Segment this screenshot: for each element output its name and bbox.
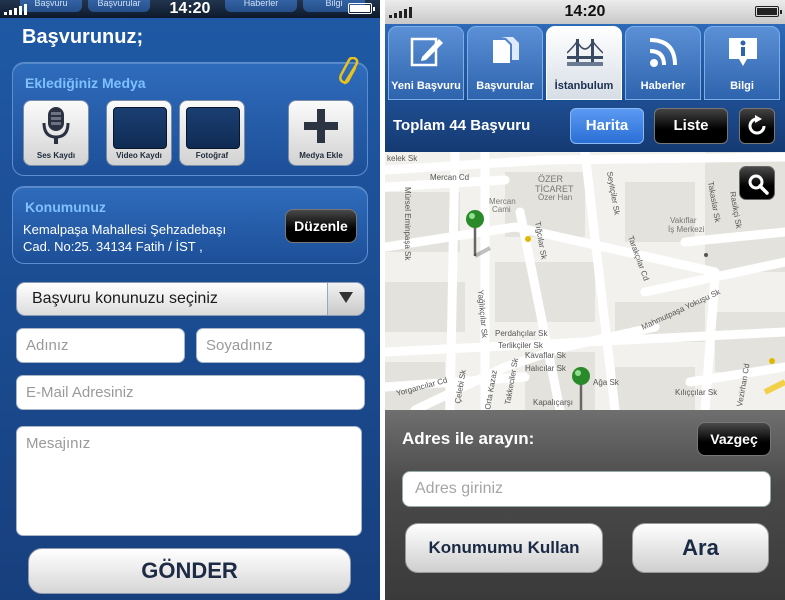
map-label: Cami [492,205,511,214]
map-label: kelek Sk [387,154,418,163]
chevron-down-icon [327,283,364,315]
address-line-1: Kemalpaşa Mahallesi Şehzadebaşı [23,222,227,237]
photo-thumbnail-placeholder [186,107,240,149]
bridge-icon [567,39,603,66]
address-search-sheet: Adres ile arayın: Vazgeç Adres giriniz K… [385,410,785,600]
tab-basvuru[interactable]: Başvuru [20,0,82,12]
plus-icon [304,109,338,143]
last-name-placeholder: Soyadınız [206,337,273,354]
map-view-button[interactable]: Harita [570,108,644,144]
subject-select-value: Başvuru konunuzu seçiniz [32,290,218,307]
tab-bar: Yeni Başvuru Başvurular İstanbulum Haber… [385,24,785,102]
map-label: Kılıççılar Sk [675,388,718,397]
status-time: 14:20 [169,0,211,17]
tab-haberler[interactable]: Haberler [225,0,297,12]
map-label: Kapalıçarşı [533,398,573,407]
map-label: Vakıflar [670,216,697,225]
microphone-icon [42,107,70,144]
tab-info[interactable]: Bilgi [704,26,780,100]
map-toolbar: Toplam 44 Başvuru Harita Liste [385,102,785,152]
tab-label: Yeni Başvuru [391,80,461,92]
tab-news[interactable]: Haberler [625,26,701,100]
tab-applications[interactable]: Başvurular [467,26,543,100]
location-panel-title: Konumunuz [25,199,106,215]
application-count: Toplam 44 Başvuru [393,117,531,134]
list-view-button[interactable]: Liste [654,108,728,144]
status-time: 14:20 [564,3,606,20]
paperclip-icon [339,57,359,85]
photo-label: Fotoğraf [195,151,229,160]
address-input[interactable]: Adres giriniz [402,471,771,507]
voice-record-label: Ses Kaydı [36,151,76,160]
last-name-input[interactable]: Soyadınız [196,328,365,363]
video-record-button[interactable]: Video Kaydı [106,100,172,166]
tab-basvurular[interactable]: Başvurular [88,0,150,12]
tab-new-application[interactable]: Yeni Başvuru [388,26,464,100]
application-form-screen: Başvuru Başvurular Haberler Bilgi 14:20 … [0,0,380,600]
media-panel-title: Eklediğiniz Medya [25,75,146,91]
rss-icon [649,38,677,67]
media-panel: Eklediğiniz Medya Ses Kaydı Video Kaydı [12,57,368,176]
submit-button[interactable]: GÖNDER [28,548,351,594]
map-view[interactable]: kelek Sk Mercan Cd ÖZER TİCARET Özer Han… [385,152,785,410]
battery-icon [348,3,375,14]
map-label: Perdahçılar Sk [495,329,548,338]
refresh-button[interactable] [739,108,775,144]
edit-location-button[interactable]: Düzenle [285,209,357,243]
refresh-icon [748,115,766,135]
map-search-button[interactable] [739,166,775,200]
first-name-input[interactable]: Adınız [16,328,185,363]
map-label: Terlikçiler Sk [498,341,544,350]
street-map: kelek Sk Mercan Cd ÖZER TİCARET Özer Han… [385,152,785,410]
add-media-button[interactable]: Medya Ekle [288,100,354,166]
map-label: Ağa Sk [593,378,620,387]
map-label: Halıcılar Sk [525,364,567,373]
battery-icon [755,6,782,17]
add-media-label: Medya Ekle [299,151,343,160]
signal-icon [4,4,28,15]
photo-button[interactable]: Fotoğraf [179,100,245,166]
address-search-title: Adres ile arayın: [402,429,535,448]
tab-label: Bilgi [730,80,754,92]
voice-record-button[interactable]: Ses Kaydı [23,100,89,166]
status-bar: Başvuru Başvurular Haberler Bilgi 14:20 [0,0,380,18]
tab-label: İstanbulum [554,80,614,92]
message-placeholder: Mesajınız [26,435,91,452]
search-button[interactable]: Ara [632,523,769,573]
map-label: İş Merkezi [668,225,705,234]
map-label: Özer Han [538,193,572,202]
map-label: Seyitçiler Sk [605,171,622,217]
first-name-placeholder: Adınız [26,337,69,354]
info-icon [729,38,757,66]
search-icon [748,174,769,195]
address-line-2: Cad. No:25. 34134 Fatih / İST , [23,239,203,254]
map-label: ÖZER [538,174,564,184]
edit-icon [410,37,443,67]
tab-istanbulum[interactable]: İstanbulum [546,26,622,100]
email-input[interactable]: E-Mail Adresiniz [16,375,365,410]
message-textarea[interactable]: Mesajınız [16,426,362,536]
video-record-label: Video Kaydı [116,151,162,160]
address-input-placeholder: Adres giriniz [415,480,504,497]
subject-select[interactable]: Başvuru konunuzu seçiniz [16,282,365,316]
status-bar: 14:20 [385,0,785,24]
cancel-button[interactable]: Vazgeç [697,422,771,456]
documents-icon [493,37,519,63]
istanbulum-map-screen: 14:20 Yeni Başvuru Başvurular İstanbulum… [385,0,785,600]
location-panel: Konumunuz Kemalpaşa Mahallesi Şehzadebaş… [12,186,368,264]
map-label: Mercan Cd [430,173,469,182]
tab-label: Başvurular [476,80,534,92]
video-thumbnail-placeholder [113,107,167,149]
page-title: Başvurunuz; [22,26,144,48]
signal-icon [389,7,413,18]
email-placeholder: E-Mail Adresiniz [26,384,134,401]
use-my-location-button[interactable]: Konumumu Kullan [405,523,603,573]
map-label: Kavaflar Sk [525,351,567,360]
tab-label: Haberler [640,80,686,92]
map-label: Mürsel Eminpaşa Sk [403,187,412,261]
